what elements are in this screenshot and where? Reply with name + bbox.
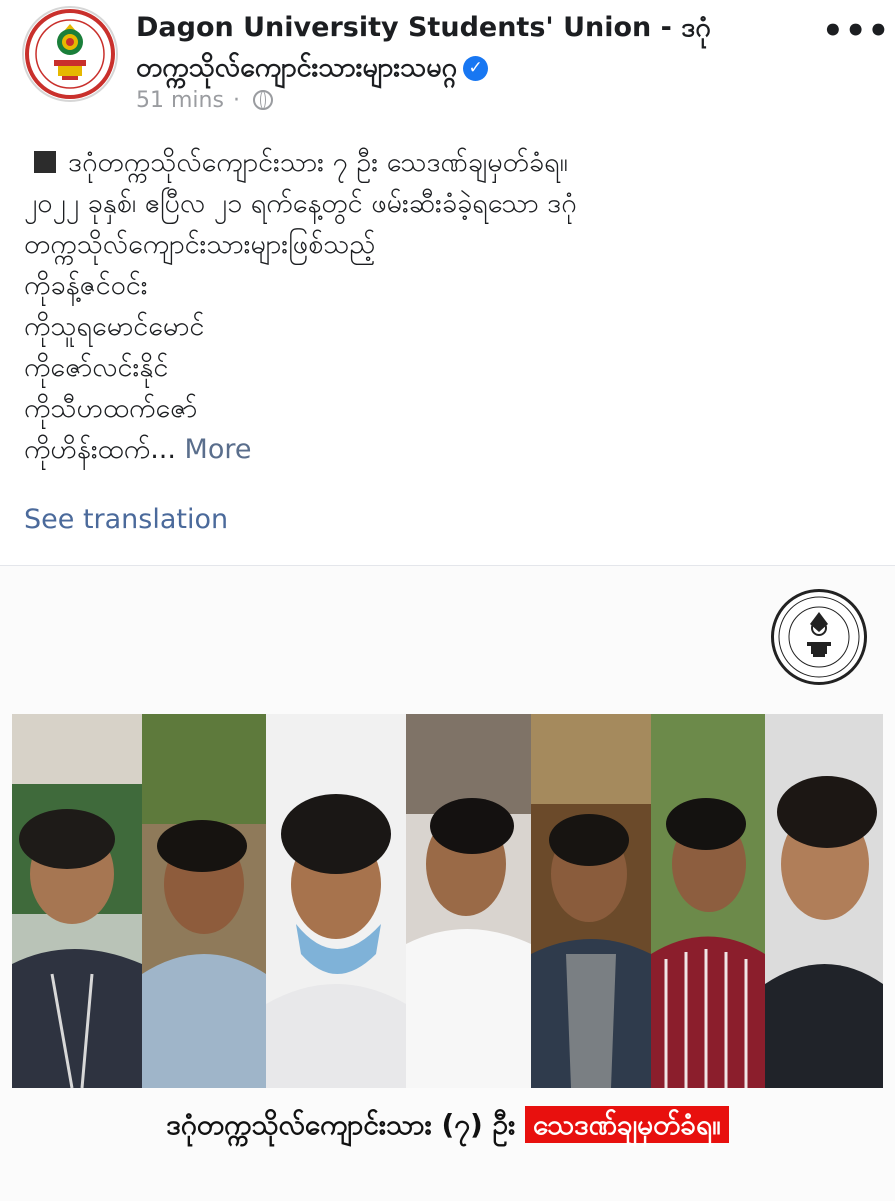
caption-main: ဒဂုံတက္ကသိုလ်ကျောင်းသား (၇) ဦး: [166, 1108, 516, 1141]
post-line: ကိုသူရမောင်မောင်: [24, 311, 205, 342]
portrait-icon: [531, 714, 651, 1088]
photo-strip: [12, 714, 883, 1088]
post-header: Dagon University Students' Union - ဒဂုံတ…: [0, 0, 895, 125]
portrait-icon: [406, 714, 531, 1088]
post-line-text: ဒဂုံတက္ကသိုလ်ကျောင်းသား ၇ ဦး သေဒဏ်ချမှတ်…: [68, 147, 568, 178]
post-line: ကိုသီဟထက်ဇော်: [24, 393, 198, 424]
seal-graphic: [778, 596, 860, 678]
black-square-icon: [34, 151, 56, 173]
post-meta: 51 mins ·: [136, 88, 273, 113]
union-seal-icon: [771, 589, 867, 685]
caption-highlight: သေဒဏ်ချမှတ်ခံရ။: [524, 1106, 729, 1143]
verified-check-icon: ✓: [463, 56, 489, 81]
student-photo-1: [12, 714, 142, 1088]
post-line: ကိုခန့်ဇင်ဝင်း: [24, 270, 148, 301]
see-translation-link[interactable]: See translation: [24, 504, 228, 535]
student-photo-7: [765, 714, 883, 1088]
see-more-link[interactable]: More: [185, 434, 252, 465]
page-name: Dagon University Students' Union - ဒဂုံတ…: [136, 12, 711, 83]
post-line: တက္ကသိုလ်ကျောင်းသားများဖြစ်သည့်: [24, 229, 376, 260]
portrait-icon: [266, 714, 406, 1088]
page-name-link[interactable]: Dagon University Students' Union - ဒဂုံတ…: [136, 8, 756, 88]
image-caption: ဒဂုံတက္ကသိုလ်ကျောင်းသား (၇) ဦး သေဒဏ်ချမှ…: [0, 1106, 895, 1148]
post-timestamp[interactable]: 51 mins: [136, 88, 224, 113]
post-line: ၂၀၂၂ ခုနှစ်၊ ဧပြီလ ၂၁ ရက်နေ့တွင် ဖမ်းဆီး…: [24, 188, 577, 219]
portrait-icon: [651, 714, 765, 1088]
post-body: ဒဂုံတက္ကသိုလ်ကျောင်းသား ၇ ဦး သေဒဏ်ချမှတ်…: [24, 142, 874, 470]
post-line: ဒဂုံတက္ကသိုလ်ကျောင်းသား ၇ ဦး သေဒဏ်ချမှတ်…: [24, 142, 874, 183]
post-line: ကိုဇော်လင်းနိုင်: [24, 352, 169, 383]
student-photo-3: [266, 714, 406, 1088]
student-photo-2: [142, 714, 266, 1088]
student-photo-4: [406, 714, 531, 1088]
student-photo-6: [651, 714, 765, 1088]
meta-separator: ·: [232, 88, 240, 113]
post-image[interactable]: ဒဂုံတက္ကသိုလ်ကျောင်းသား (၇) ဦး သေဒဏ်ချမှ…: [0, 565, 895, 1201]
portrait-icon: [142, 714, 266, 1088]
portrait-icon: [12, 714, 142, 1088]
globe-icon: [252, 90, 273, 110]
student-photo-5: [531, 714, 651, 1088]
post-line-text: ကိုဟိန်းထက်...: [24, 434, 176, 465]
post-line: ကိုဟိန်းထက်... More: [24, 429, 874, 470]
page-avatar[interactable]: [22, 6, 118, 102]
dusu-logo-icon: [25, 9, 115, 99]
portrait-icon: [765, 714, 883, 1088]
more-options-icon[interactable]: •••: [822, 14, 890, 48]
